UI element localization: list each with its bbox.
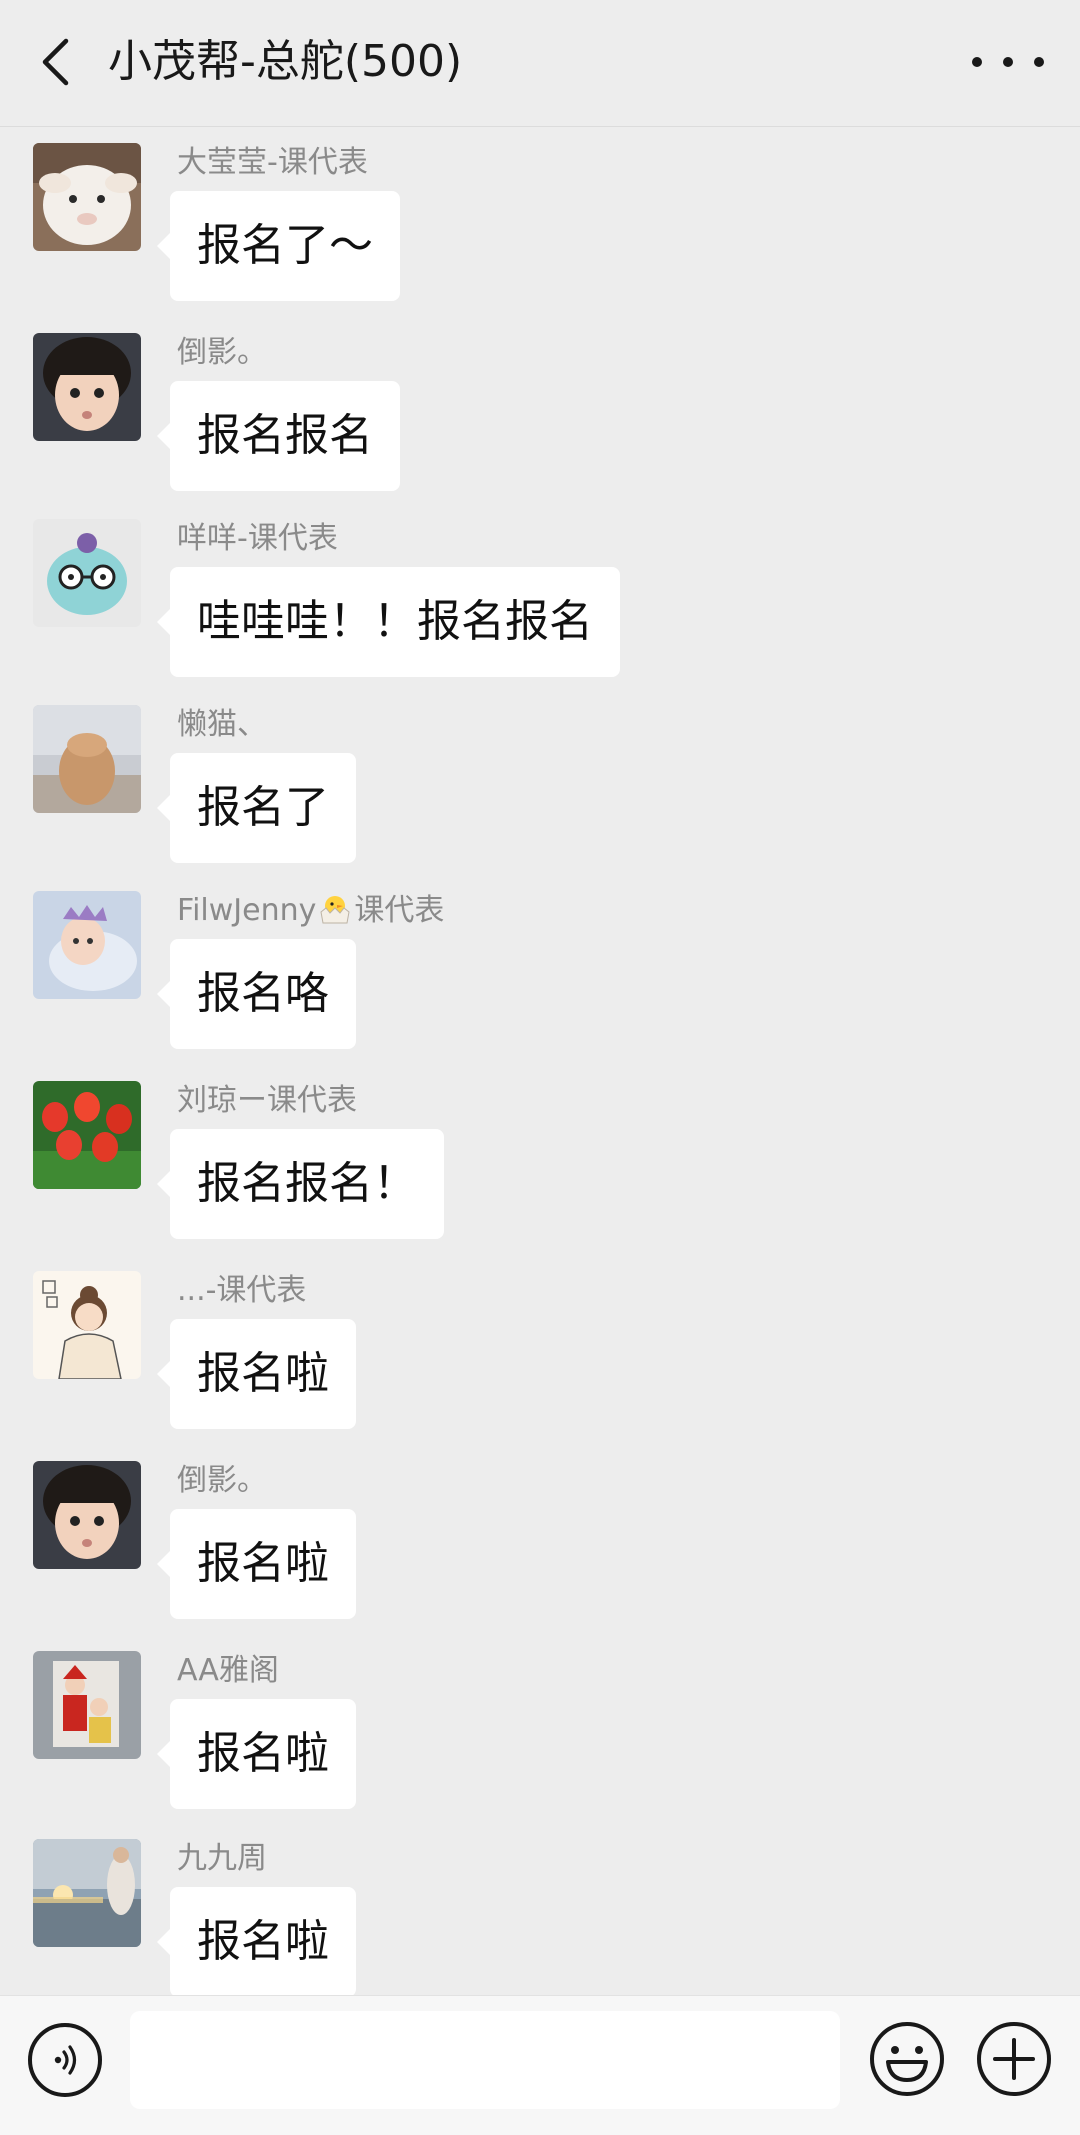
message-item: 懒猫、 报名了 <box>0 697 1080 867</box>
sender-name: 倒影。 <box>177 1463 267 1498</box>
sunset-person-avatar[interactable] <box>33 1839 141 1947</box>
sender-name-suffix: 课代表 <box>354 893 445 928</box>
cartoon-girl-avatar[interactable] <box>33 1271 141 1379</box>
emoji-button[interactable] <box>868 2020 946 2098</box>
message-item: ...-课代表 报名啦 <box>0 1263 1080 1433</box>
plus-circle-icon <box>977 2022 1051 2096</box>
message-item: 刘琼ー课代表 报名报名！ <box>0 1073 1080 1243</box>
back-button[interactable] <box>30 30 80 94</box>
emoji-icon <box>870 2022 944 2096</box>
message-item: FilwJenny 课代表 报名咯 <box>0 883 1080 1053</box>
more-dot <box>1003 57 1013 67</box>
message-bubble[interactable]: 报名了 <box>157 753 356 863</box>
baby-crown-avatar[interactable] <box>33 891 141 999</box>
message-item: 咩咩-课代表 哇哇哇！！报名报名 <box>0 511 1080 681</box>
sender-name: 懒猫、 <box>177 707 267 742</box>
more-dot <box>1034 57 1044 67</box>
input-bar <box>0 1995 1080 2135</box>
cat-paw-avatar[interactable] <box>33 705 141 813</box>
voice-icon <box>54 2045 77 2075</box>
message-bubble[interactable]: 报名了～ <box>157 191 400 301</box>
little-girl-avatar[interactable] <box>33 333 141 441</box>
message-item: 倒影。 报名啦 <box>0 1453 1080 1623</box>
octopus-toy-avatar[interactable] <box>33 519 141 627</box>
more-horizontal-icon <box>972 57 982 67</box>
more-options-button[interactable] <box>972 38 1044 86</box>
message-bubble[interactable]: 报名啦 <box>157 1699 356 1809</box>
hatching-chick-icon <box>320 896 350 924</box>
sender-name-text: FilwJenny <box>177 893 317 928</box>
message-bubble[interactable]: 报名啦 <box>157 1509 356 1619</box>
sender-name: ...-课代表 <box>177 1273 307 1308</box>
chat-title: 小茂帮-总舵(500) <box>108 36 463 87</box>
sender-name: 大莹莹-课代表 <box>177 145 368 180</box>
message-list[interactable]: 大莹莹-课代表 报名了～ 倒影。 报名报名 咩咩-课代表 哇哇哇！！报名报名 懒… <box>0 127 1080 1995</box>
more-functions-button[interactable] <box>975 2020 1053 2098</box>
sender-name: 九九周 <box>177 1841 267 1876</box>
tulips-avatar[interactable] <box>33 1081 141 1189</box>
voice-button[interactable] <box>28 2023 102 2097</box>
message-bubble[interactable]: 报名啦 <box>157 1319 356 1429</box>
message-item: 九九周 报名啦 <box>0 1831 1080 1995</box>
lamb-avatar[interactable] <box>33 143 141 251</box>
sender-name: 咩咩-课代表 <box>177 521 338 556</box>
chevron-left-icon <box>42 38 69 86</box>
chat-header: 小茂帮-总舵(500) <box>0 0 1080 127</box>
sender-name: 倒影。 <box>177 335 267 370</box>
message-item: 大莹莹-课代表 报名了～ <box>0 135 1080 305</box>
message-bubble[interactable]: 报名报名 <box>157 381 400 491</box>
message-bubble[interactable]: 报名报名！ <box>157 1129 444 1239</box>
sender-name: 刘琼ー课代表 <box>177 1083 357 1118</box>
message-input[interactable] <box>130 2011 840 2109</box>
message-bubble[interactable]: 哇哇哇！！报名报名 <box>157 567 620 677</box>
sender-name: FilwJenny 课代表 <box>177 891 444 931</box>
sender-name: AA雅阁 <box>177 1653 279 1688</box>
message-item: AA雅阁 报名啦 <box>0 1643 1080 1813</box>
message-bubble[interactable]: 报名咯 <box>157 939 356 1049</box>
little-girl-avatar[interactable] <box>33 1461 141 1569</box>
message-item: 倒影。 报名报名 <box>0 325 1080 495</box>
santa-photo-avatar[interactable] <box>33 1651 141 1759</box>
message-bubble[interactable]: 报名啦 <box>157 1887 356 1995</box>
